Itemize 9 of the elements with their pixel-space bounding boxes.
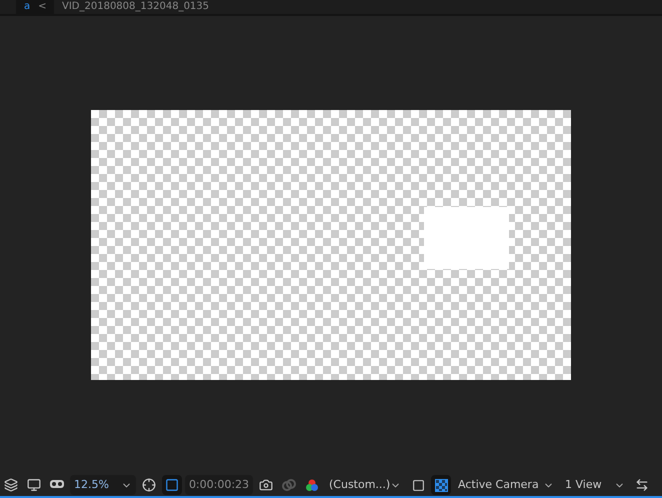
region-toggle[interactable] — [162, 475, 182, 495]
composition-name: VID_20180808_132048_0135 — [62, 2, 210, 12]
composition-tab[interactable]: a < — [16, 0, 54, 14]
zoom-dropdown[interactable]: 12.5% — [70, 475, 136, 495]
views-dropdown[interactable]: 1 View — [561, 475, 629, 495]
timecode[interactable]: 0:00:00:23 — [185, 475, 253, 495]
channel-dropdown[interactable]: (Custom...) — [325, 475, 405, 495]
camera-dropdown[interactable]: Active Camera — [454, 475, 558, 495]
transparency-grid-toggle[interactable] — [431, 475, 451, 495]
